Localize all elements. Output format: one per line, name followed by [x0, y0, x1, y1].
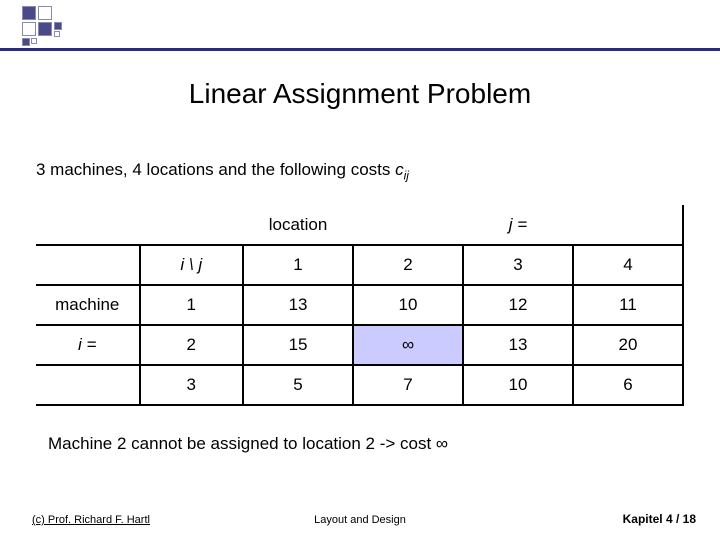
corner-decoration	[0, 0, 720, 55]
footer-page: Kapitel 4 / 18	[623, 512, 696, 526]
footer-title: Layout and Design	[0, 514, 720, 526]
header-location: location	[243, 205, 353, 245]
cell-highlight: ∞	[353, 325, 463, 365]
cell: 11	[573, 285, 683, 325]
cell: 6	[573, 365, 683, 405]
header-jeq: j =	[463, 205, 573, 245]
row-i-2: 2	[140, 325, 244, 365]
row-label-ieq: i =	[36, 325, 140, 365]
cell: 13	[463, 325, 573, 365]
slide-subtitle: 3 machines, 4 locations and the followin…	[36, 160, 409, 182]
row-i-1: 1	[140, 285, 244, 325]
cell: 5	[243, 365, 353, 405]
top-rule	[0, 48, 720, 51]
header-ij: i \ j	[140, 245, 244, 285]
cell: 12	[463, 285, 573, 325]
constraint-note: Machine 2 cannot be assigned to location…	[48, 434, 448, 454]
col-2: 2	[353, 245, 463, 285]
footer: (c) Prof. Richard F. Hartl Layout and De…	[0, 506, 720, 526]
row-label-empty	[36, 245, 140, 285]
row-label-empty	[36, 365, 140, 405]
cell: 15	[243, 325, 353, 365]
row-i-3: 3	[140, 365, 244, 405]
subtitle-ij: ij	[404, 168, 409, 182]
cell: 10	[353, 285, 463, 325]
col-1: 1	[243, 245, 353, 285]
subtitle-c: c	[395, 160, 404, 179]
cell: 10	[463, 365, 573, 405]
cell: 7	[353, 365, 463, 405]
cell: 20	[573, 325, 683, 365]
cost-table: location j = i \ j 1 2 3 4 machine 1 13 …	[36, 205, 684, 406]
row-label-machine: machine	[36, 285, 140, 325]
col-4: 4	[573, 245, 683, 285]
col-3: 3	[463, 245, 573, 285]
subtitle-text: 3 machines, 4 locations and the followin…	[36, 160, 395, 179]
slide-title: Linear Assignment Problem	[0, 78, 720, 110]
cell: 13	[243, 285, 353, 325]
